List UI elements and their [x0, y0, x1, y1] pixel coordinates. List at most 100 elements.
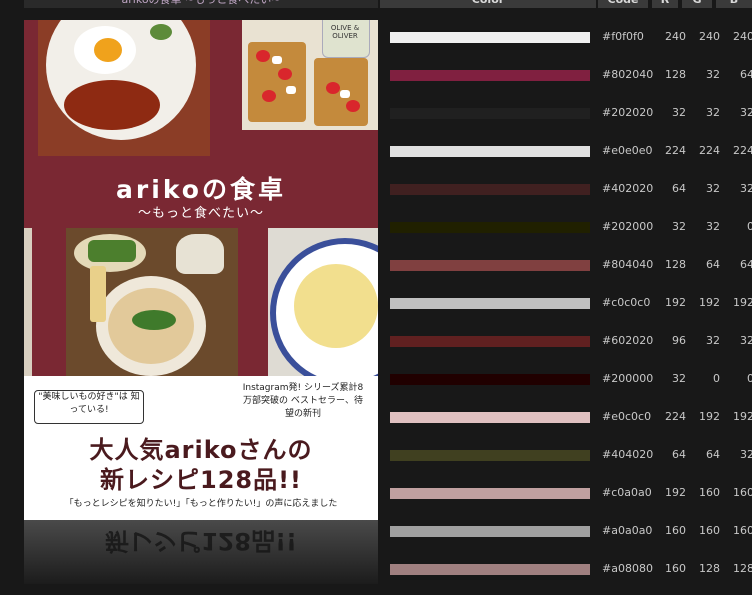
r-value: 64 — [672, 182, 686, 195]
hex-code: #a08080 — [602, 562, 653, 575]
book-cover-image: OLIVE & OLIVER arikoの食卓 ～もっと食べたい～ "美味しいも… — [24, 20, 378, 520]
r-value: 224 — [665, 144, 686, 157]
g-value: 0 — [713, 372, 720, 385]
cover-subtitle: ～もっと食べたい～ — [137, 206, 264, 221]
color-swatch — [390, 260, 590, 271]
table-row: #e0e0e0 224 224 224 — [380, 139, 752, 177]
r-value: 192 — [665, 486, 686, 499]
table-row: #602020 96 32 32 — [380, 329, 752, 367]
color-swatch — [390, 184, 590, 195]
r-value: 128 — [665, 68, 686, 81]
g-value: 128 — [699, 562, 720, 575]
b-value: 0 — [747, 220, 752, 233]
g-value: 32 — [706, 68, 720, 81]
table-row: #a08080 160 128 128 — [380, 557, 752, 595]
table-row: #202020 32 32 32 — [380, 101, 752, 139]
r-value: 160 — [665, 524, 686, 537]
color-swatch — [390, 526, 590, 537]
table-row: #404020 64 64 32 — [380, 443, 752, 481]
b-value: 192 — [733, 296, 752, 309]
r-value: 32 — [672, 106, 686, 119]
header-b[interactable]: B — [716, 0, 752, 8]
toast-photo: OLIVE & OLIVER — [242, 20, 378, 130]
color-swatch — [390, 450, 590, 461]
header-r[interactable]: R — [652, 0, 678, 8]
g-value: 224 — [699, 144, 720, 157]
instagram-blurb: Instagram発! シリーズ累計8万部突破の ベストセラー、待望の新刊 — [242, 383, 364, 419]
hex-code: #f0f0f0 — [602, 30, 644, 43]
color-swatch — [390, 108, 590, 119]
r-value: 32 — [672, 220, 686, 233]
table-row: #202000 32 32 0 — [380, 215, 752, 253]
b-value: 160 — [733, 524, 752, 537]
hex-code: #804040 — [602, 258, 654, 271]
noodle-soup-photo — [66, 228, 238, 376]
r-value: 240 — [665, 30, 686, 43]
hex-code: #c0c0c0 — [602, 296, 651, 309]
b-value: 0 — [747, 372, 752, 385]
g-value: 160 — [699, 524, 720, 537]
g-value: 160 — [699, 486, 720, 499]
table-row: #402020 64 32 32 — [380, 177, 752, 215]
table-row: #c0c0c0 192 192 192 — [380, 291, 752, 329]
b-value: 64 — [740, 68, 752, 81]
r-value: 32 — [672, 372, 686, 385]
table-row: #c0a0a0 192 160 160 — [380, 481, 752, 519]
b-value: 128 — [733, 562, 752, 575]
color-swatch — [390, 298, 590, 309]
cover-title: arikoの食卓 — [116, 175, 286, 204]
b-value: 32 — [740, 106, 752, 119]
g-value: 64 — [706, 448, 720, 461]
g-value: 192 — [699, 296, 720, 309]
jar-label: OLIVE & OLIVER — [330, 24, 360, 40]
cover-text-area: "美味しいもの好き"は 知っている! Instagram発! シリーズ累計8万部… — [24, 376, 378, 520]
hex-code: #200000 — [602, 372, 654, 385]
hex-code: #c0a0a0 — [602, 486, 652, 499]
table-row: #f0f0f0 240 240 240 — [380, 25, 752, 63]
b-value: 32 — [740, 182, 752, 195]
table-row: #802040 128 32 64 — [380, 63, 752, 101]
b-value: 192 — [733, 410, 752, 423]
header-color[interactable]: Color — [380, 0, 596, 8]
r-value: 128 — [665, 258, 686, 271]
b-value: 224 — [733, 144, 752, 157]
table-row: #e0c0c0 224 192 192 — [380, 405, 752, 443]
g-value: 240 — [699, 30, 720, 43]
table-row: #200000 32 0 0 — [380, 367, 752, 405]
color-swatch — [390, 374, 590, 385]
quote-callout: "美味しいもの好き"は 知っている! — [34, 390, 144, 424]
color-swatch — [390, 336, 590, 347]
hex-code: #a0a0a0 — [602, 524, 653, 537]
cover-reflection: 新レシピ128品!! — [24, 520, 378, 584]
b-value: 32 — [740, 448, 752, 461]
image-title: arikoの食卓 ~もっと食べたい~ — [24, 0, 378, 8]
hex-code: #e0c0c0 — [602, 410, 652, 423]
r-value: 192 — [665, 296, 686, 309]
r-value: 64 — [672, 448, 686, 461]
g-value: 32 — [706, 220, 720, 233]
hex-code: #202020 — [602, 106, 654, 119]
color-swatch — [390, 412, 590, 423]
color-swatch — [390, 32, 590, 43]
table-row: #a0a0a0 160 160 160 — [380, 519, 752, 557]
g-value: 192 — [699, 410, 720, 423]
cover-tagline: 「もっとレシピを知りたい!」「もっと作りたい!」の声に応えました — [64, 499, 338, 509]
b-value: 160 — [733, 486, 752, 499]
hex-code: #202000 — [602, 220, 654, 233]
left-strip-photo — [24, 228, 32, 376]
header-code[interactable]: Code — [598, 0, 648, 8]
color-swatch — [390, 146, 590, 157]
hex-code: #402020 — [602, 182, 654, 195]
color-swatch — [390, 222, 590, 233]
table-row: #804040 128 64 64 — [380, 253, 752, 291]
g-value: 32 — [706, 182, 720, 195]
hex-code: #602020 — [602, 334, 654, 347]
g-value: 32 — [706, 334, 720, 347]
header-g[interactable]: G — [682, 0, 712, 8]
r-value: 96 — [672, 334, 686, 347]
color-swatch — [390, 488, 590, 499]
color-swatch — [390, 70, 590, 81]
cover-headline-line2: 新レシピ128品!! — [100, 466, 302, 494]
reflection-text: 新レシピ128品!! — [105, 527, 297, 555]
g-value: 32 — [706, 106, 720, 119]
